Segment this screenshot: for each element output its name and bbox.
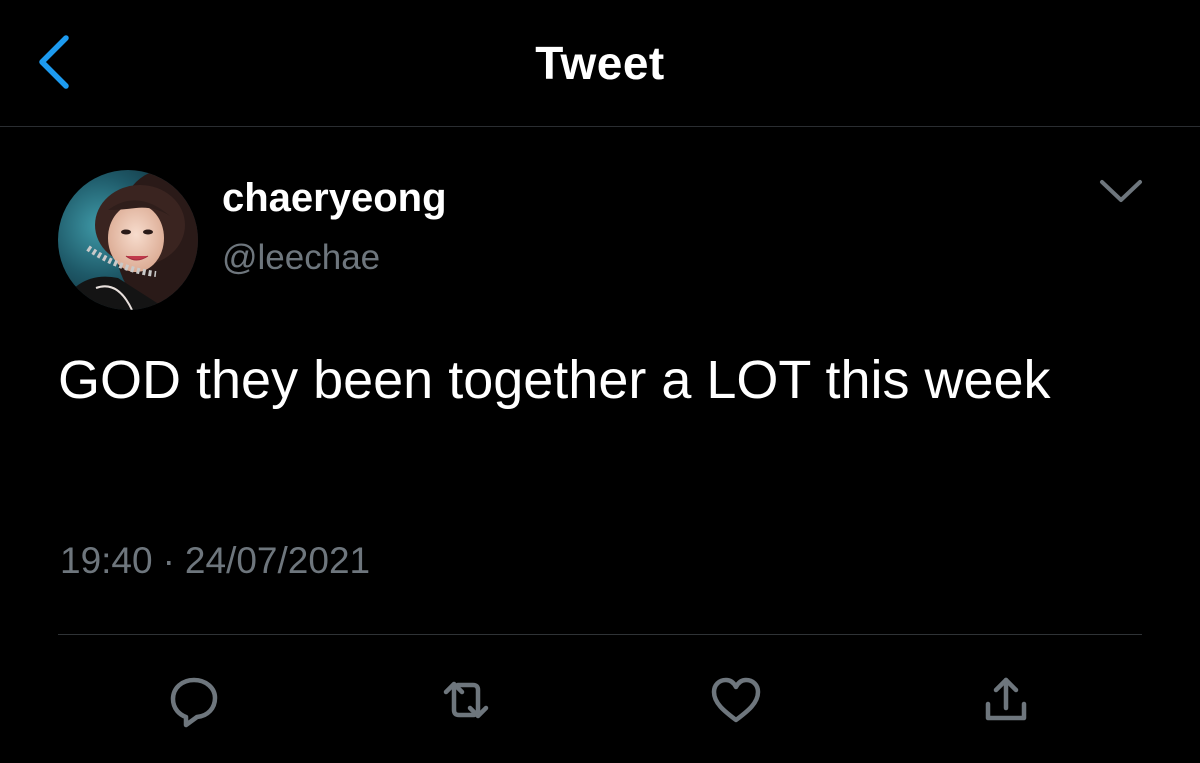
header-divider: [0, 126, 1200, 127]
heart-icon: [711, 677, 761, 723]
more-options-button[interactable]: [1096, 172, 1146, 212]
tweet-text: GOD they been together a LOT this week: [58, 350, 1051, 410]
display-name[interactable]: chaeryeong: [222, 176, 447, 221]
tweet-detail-screen: Tweet chaeryeong @leechae GOD they been …: [0, 0, 1200, 763]
tweet-date: 24/07/2021: [184, 540, 371, 581]
tweet-timestamp: 19:40 · 24/07/2021: [60, 540, 370, 582]
like-button[interactable]: [706, 670, 766, 730]
tweet-time: 19:40: [60, 540, 153, 581]
profile-photo: [58, 170, 198, 310]
avatar[interactable]: [58, 170, 198, 310]
top-navigation-bar: Tweet: [0, 0, 1200, 127]
share-button[interactable]: [976, 670, 1036, 730]
reply-button[interactable]: [164, 670, 224, 730]
retweet-icon: [443, 681, 489, 719]
page-title: Tweet: [535, 37, 665, 89]
user-handle[interactable]: @leechae: [222, 238, 380, 278]
chevron-down-icon: [1100, 180, 1142, 202]
share-icon: [985, 677, 1027, 721]
actions-divider: [58, 634, 1142, 635]
reply-icon: [170, 677, 218, 728]
retweet-button[interactable]: [436, 670, 496, 730]
meta-separator: ·: [162, 540, 175, 581]
